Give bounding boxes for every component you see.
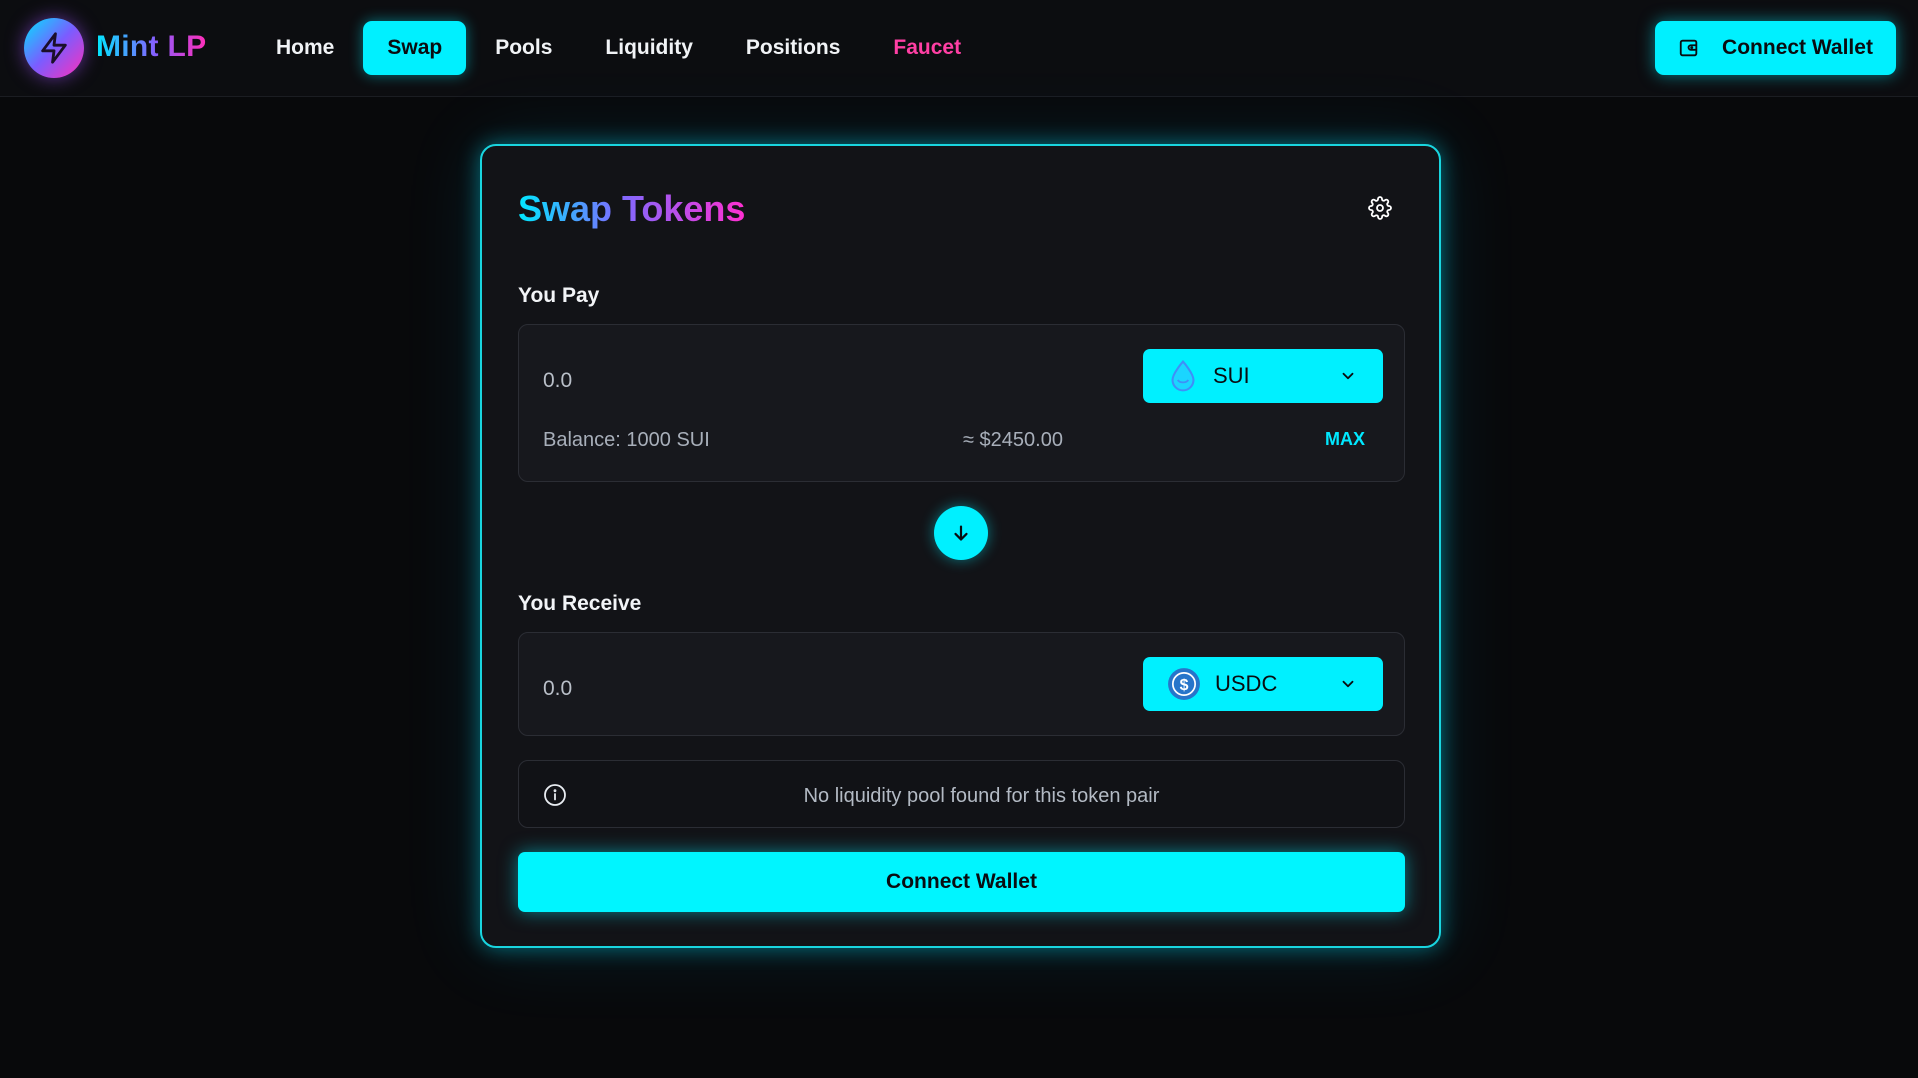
pay-token-name: SUI	[1213, 363, 1250, 388]
max-button[interactable]: MAX	[1325, 429, 1365, 450]
nav-home[interactable]: Home	[252, 21, 358, 75]
swap-card: Swap Tokens You Pay SUI Balance: 1000 SU…	[480, 144, 1441, 948]
pay-label: You Pay	[518, 284, 600, 307]
receive-label: You Receive	[518, 592, 642, 615]
pay-balance: Balance: 1000 SUI	[543, 429, 710, 451]
receive-token-select[interactable]: $ USDC	[1143, 657, 1383, 711]
chevron-down-icon	[1339, 367, 1357, 385]
pay-amount-input[interactable]	[543, 361, 1083, 401]
nav-liquidity[interactable]: Liquidity	[581, 21, 717, 75]
header-connect-label: Connect Wallet	[1722, 36, 1873, 59]
no-pool-notice: No liquidity pool found for this token p…	[518, 760, 1405, 828]
nav-positions[interactable]: Positions	[722, 21, 865, 75]
top-navbar: Mint LP Home Swap Pools Liquidity Positi…	[0, 0, 1918, 97]
connect-wallet-button[interactable]: Connect Wallet	[518, 852, 1405, 912]
nav-pools[interactable]: Pools	[471, 21, 576, 75]
receive-token-name: USDC	[1215, 671, 1278, 696]
card-title: Swap Tokens	[518, 188, 746, 229]
pay-usd-value: ≈ $2450.00	[963, 429, 1063, 451]
svg-text:$: $	[1180, 677, 1189, 694]
swap-direction-button[interactable]	[934, 506, 988, 560]
nav-faucet[interactable]: Faucet	[869, 21, 985, 75]
brand-name[interactable]: Mint LP	[96, 30, 206, 64]
logo-icon[interactable]	[24, 18, 84, 78]
notice-text: No liquidity pool found for this token p…	[803, 785, 1160, 807]
chevron-down-icon	[1339, 675, 1357, 693]
sui-drop-icon	[1167, 359, 1199, 393]
receive-box: $ USDC	[518, 632, 1405, 736]
main-nav: Home Swap Pools Liquidity Positions Fauc…	[252, 21, 990, 75]
pay-box: SUI Balance: 1000 SUI ≈ $2450.00 MAX	[518, 324, 1405, 482]
receive-amount-input[interactable]	[543, 669, 1083, 709]
settings-gear-icon[interactable]	[1366, 194, 1394, 222]
arrow-down-icon	[954, 525, 968, 541]
nav-swap[interactable]: Swap	[363, 21, 467, 75]
wallet-icon	[1678, 37, 1700, 59]
header-connect-wallet-button[interactable]: Connect Wallet	[1655, 21, 1896, 75]
pay-token-select[interactable]: SUI	[1143, 349, 1383, 403]
usdc-coin-icon: $	[1167, 667, 1201, 701]
